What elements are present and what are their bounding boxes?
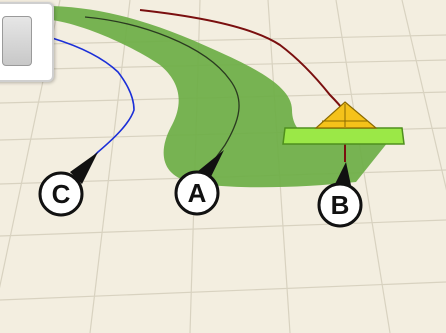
implement-bar-icon [282, 127, 405, 145]
field-map [0, 0, 446, 333]
panel-button[interactable] [2, 16, 32, 66]
callout-a: A [174, 170, 220, 216]
callout-b-label: B [330, 190, 350, 220]
side-panel [0, 2, 54, 82]
callout-a-label: A [187, 178, 207, 208]
callout-b: B [317, 182, 363, 228]
callout-c: C [38, 171, 84, 217]
map-view[interactable]: C A B [0, 0, 446, 333]
callout-c-label: C [51, 179, 71, 209]
